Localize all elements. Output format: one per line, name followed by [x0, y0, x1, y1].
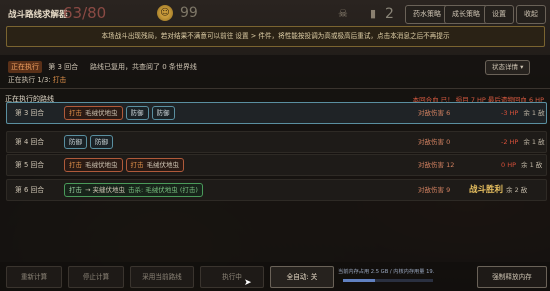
recalculate-button[interactable]: 重新计算: [6, 266, 62, 288]
defend-action-pill[interactable]: 防御: [64, 135, 87, 149]
attack-action-pill[interactable]: 打击 毛绒伏地虫: [64, 106, 123, 120]
bottom-bar: 重新计算 停止计算 采用当前路线 执行中 全自动: 关 当前内存占用 2.5 G…: [0, 262, 550, 291]
hp-counter: 63/80: [63, 4, 107, 22]
action-target: → 夹缝伏地虫: [85, 186, 126, 194]
app-title: 战斗路线求解器: [8, 10, 68, 20]
damage-dealt: 对敌伤害 9: [418, 186, 451, 194]
settings-button[interactable]: 设置: [484, 5, 514, 24]
mouse-cursor-icon: ➤: [244, 278, 252, 288]
action-note: 击杀: 毛绒伏地虫 (打击): [128, 186, 198, 194]
hp-change: 余 2 敌: [501, 180, 527, 200]
level-counter: 2: [385, 6, 394, 22]
defend-action-pill[interactable]: 防御: [90, 135, 113, 149]
round-label: 第 3 回合: [15, 109, 45, 117]
action-target: 毛绒伏地虫: [85, 109, 118, 117]
damage-dealt: 对敌伤害 12: [418, 161, 455, 169]
round-row[interactable]: 第 3 回合 打击 毛绒伏地虫 防御 防御 对敌伤害 6 -3 HP 余 1 敌: [6, 102, 547, 124]
round-label: 第 6 回合: [15, 186, 45, 194]
action-list: 防御 防御: [64, 135, 113, 149]
damage-dealt: 对敌伤害 0: [418, 138, 451, 146]
growth-strategy-button[interactable]: 成长策略: [444, 5, 488, 24]
round-row[interactable]: 第 5 回合 打击 毛绒伏地虫 打击 毛绒伏地虫 对敌伤害 12 0 HP 余 1 敌: [6, 154, 547, 176]
deck-icon: ▮: [370, 7, 377, 20]
notice-banner[interactable]: 本场战斗出现残局，若对结果不满意可以前往 设置 > 件件，将性能按投调为高或极高…: [6, 26, 545, 47]
action-target: 毛绒伏地虫: [85, 161, 118, 169]
attack-action-pill[interactable]: 打击 毛绒伏地虫: [125, 158, 184, 172]
divider: [0, 88, 550, 89]
action-name: 打击: [69, 161, 82, 169]
state-details-button[interactable]: 状态详情 ▾: [485, 60, 531, 75]
enemies-remaining: 余 1 敌: [521, 161, 543, 169]
action-list: 打击 毛绒伏地虫 打击 毛绒伏地虫: [64, 158, 184, 172]
progress-action: 打击: [52, 76, 67, 84]
hp-change: 0 HP 余 1 敌: [501, 155, 542, 175]
skull-icon: ☠: [338, 7, 348, 20]
damage-dealt: 对敌伤害 6: [418, 109, 451, 117]
action-name: 防御: [69, 138, 82, 146]
force-release-memory-button[interactable]: 强制释放内存: [477, 266, 547, 288]
action-list: 打击 毛绒伏地虫 防御 防御: [64, 106, 175, 120]
gold-coin-icon: ☺: [157, 5, 173, 21]
memory-bar-fill: [343, 279, 375, 282]
execution-status: 正在执行 第 3 回合 路线已复用，共查阅了 0 条世界线: [8, 61, 197, 73]
enemies-remaining: 余 2 敌: [506, 186, 528, 194]
action-name: 打击: [69, 186, 82, 194]
collapse-button[interactable]: 收起: [516, 5, 546, 24]
memory-bar: [343, 279, 433, 282]
state-details-label: 状态详情: [492, 63, 518, 71]
round-label: 第 5 回合: [15, 161, 45, 169]
action-name: 防御: [156, 109, 170, 117]
gold-counter: 99: [180, 5, 198, 21]
attack-action-pill[interactable]: 打击 → 夹缝伏地虫 击杀: 毛绒伏地虫 (打击): [64, 183, 203, 197]
action-name: 防御: [130, 109, 144, 117]
action-name: 打击: [130, 161, 144, 169]
hp-change: -2 HP 余 1 敌: [501, 132, 545, 152]
solver-panel: 正在执行 第 3 回合 路线已复用，共查阅了 0 条世界线 状态详情 ▾ 正在执…: [0, 55, 550, 270]
hp-change: -3 HP 余 1 敌: [501, 103, 545, 123]
potion-strategy-button[interactable]: 药水策略: [405, 5, 449, 24]
round-row[interactable]: 第 4 回合 防御 防御 对敌伤害 0 -2 HP 余 1 敌: [6, 131, 547, 153]
action-name: 打击: [69, 109, 82, 117]
hp-delta: -3 HP: [501, 109, 519, 117]
action-list: 打击 → 夹缝伏地虫 击杀: 毛绒伏地虫 (打击): [64, 183, 203, 197]
full-auto-toggle[interactable]: 全自动: 关: [270, 266, 334, 288]
action-target: 毛绒伏地虫: [146, 161, 180, 169]
stop-calculation-button[interactable]: 停止计算: [68, 266, 124, 288]
execution-progress: 正在执行 1/3: 打击: [8, 74, 66, 84]
adopt-route-button[interactable]: 采用当前路线: [130, 266, 194, 288]
current-round: 第 3 回合: [48, 63, 79, 71]
progress-prefix: 正在执行 1/3:: [8, 76, 51, 84]
enemies-remaining: 余 1 敌: [523, 109, 545, 117]
defend-action-pill[interactable]: 防御: [125, 106, 149, 120]
executing-button[interactable]: 执行中: [200, 266, 264, 288]
executing-badge: 正在执行: [8, 61, 42, 73]
enemies-remaining: 余 1 敌: [523, 138, 545, 146]
round-row[interactable]: 第 6 回合 打击 → 夹缝伏地虫 击杀: 毛绒伏地虫 (打击) 对敌伤害 9 战斗胜利余…: [6, 179, 547, 201]
route-message: 路线已复用，共查阅了 0 条世界线: [90, 63, 197, 71]
victory-label: 战斗胜利: [469, 185, 504, 195]
hp-delta: -2 HP: [501, 138, 519, 146]
attack-action-pill[interactable]: 打击 毛绒伏地虫: [64, 158, 123, 172]
round-label: 第 4 回合: [15, 138, 45, 146]
memory-usage: 当前内存占用 2.5 GB / 内核内存用量 19.4 GB: [338, 269, 434, 275]
defend-action-pill[interactable]: 防御: [151, 106, 175, 120]
hp-delta: 0 HP: [501, 161, 517, 169]
action-name: 防御: [95, 138, 108, 146]
